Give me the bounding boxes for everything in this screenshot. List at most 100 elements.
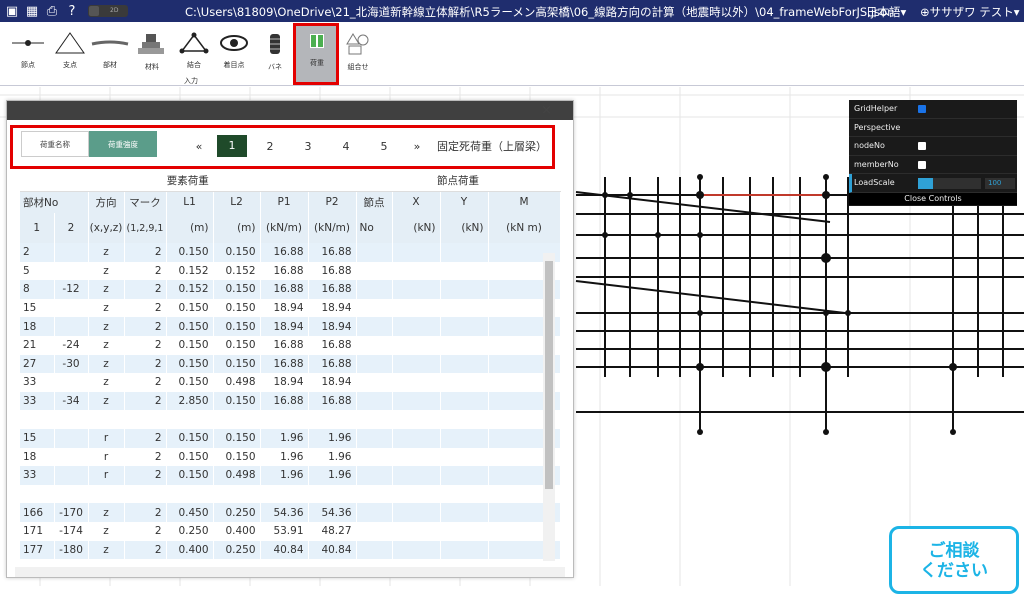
table-cell[interactable]: 0.150	[213, 317, 261, 336]
table-cell[interactable]: 53.91	[260, 521, 309, 541]
table-cell[interactable]: 1.96	[260, 428, 309, 448]
table-cell[interactable]	[440, 373, 489, 392]
table-row[interactable]: 177 -180 z 2 0.400 0.250 40.84 40.84	[20, 540, 561, 560]
table-cell[interactable]	[260, 484, 309, 504]
table-cell[interactable]: 0.150	[213, 354, 261, 374]
table-cell[interactable]	[355, 354, 393, 374]
table-cell[interactable]: 54.36	[260, 503, 309, 522]
table-cell[interactable]	[392, 503, 441, 522]
loadscale-value[interactable]: 100	[985, 178, 1015, 189]
table-cell[interactable]	[308, 410, 357, 429]
table-cell[interactable]: r	[88, 466, 125, 485]
table-cell[interactable]: 18	[20, 317, 55, 336]
close-controls-button[interactable]: Close Controls	[849, 192, 1017, 205]
table-cell[interactable]: 16.88	[308, 280, 357, 299]
table-cell[interactable]: 40.84	[308, 540, 357, 560]
table-cell[interactable]	[20, 410, 55, 429]
table-row[interactable]: 21 -24 z 2 0.150 0.150 16.88 16.88	[20, 335, 561, 355]
table-cell[interactable]: 2	[124, 373, 167, 392]
table-cell[interactable]: 0.250	[213, 503, 261, 522]
table-cell[interactable]	[54, 261, 89, 281]
table-cell[interactable]	[54, 428, 89, 448]
table-row[interactable]: 33 z 2 0.150 0.498 18.94 18.94	[20, 373, 561, 392]
table-cell[interactable]	[355, 410, 393, 429]
table-cell[interactable]	[355, 466, 393, 485]
table-cell[interactable]	[308, 484, 357, 504]
ribbon-combination-button[interactable]: 組合せ	[336, 28, 380, 88]
table-cell[interactable]: 0.250	[166, 521, 214, 541]
table-cell[interactable]	[440, 280, 489, 299]
table-cell[interactable]	[355, 298, 393, 318]
table-cell[interactable]	[54, 447, 89, 467]
table-cell[interactable]	[166, 484, 214, 504]
table-cell[interactable]	[392, 447, 441, 467]
ribbon-support-button[interactable]: 支点	[48, 28, 92, 88]
table-cell[interactable]	[440, 354, 489, 374]
table-cell[interactable]	[392, 428, 441, 448]
table-cell[interactable]: 15	[20, 428, 55, 448]
loadscale-slider[interactable]	[918, 178, 981, 189]
table-cell[interactable]	[355, 391, 393, 411]
table-cell[interactable]: z	[88, 391, 125, 411]
table-cell[interactable]	[392, 484, 441, 504]
table-cell[interactable]: 2	[124, 428, 167, 448]
file-menu-icon[interactable]: ▣	[4, 4, 20, 19]
table-cell[interactable]: 0.400	[213, 521, 261, 541]
control-loadscale[interactable]: LoadScale 100	[849, 174, 1017, 193]
table-cell[interactable]	[392, 410, 441, 429]
table-cell[interactable]	[355, 280, 393, 299]
table-cell[interactable]	[88, 410, 125, 429]
table-cell[interactable]	[392, 243, 441, 262]
table-cell[interactable]	[54, 373, 89, 392]
view-mode-toggle[interactable]: 2D	[88, 5, 128, 17]
table-cell[interactable]: 16.88	[260, 243, 309, 262]
table-row[interactable]: 8 -12 z 2 0.152 0.150 16.88 16.88	[20, 280, 561, 299]
table-cell[interactable]	[54, 243, 89, 262]
table-cell[interactable]	[392, 335, 441, 355]
table-cell[interactable]: z	[88, 540, 125, 560]
table-cell[interactable]	[440, 298, 489, 318]
table-row[interactable]	[20, 484, 561, 504]
table-cell[interactable]	[440, 521, 489, 541]
table-cell[interactable]: 0.152	[213, 261, 261, 281]
table-cell[interactable]	[440, 466, 489, 485]
table-cell[interactable]: 2.850	[166, 391, 214, 411]
table-cell[interactable]: 2	[124, 298, 167, 318]
gridhelper-checkbox[interactable]	[918, 105, 926, 113]
table-cell[interactable]: 0.498	[213, 373, 261, 392]
table-cell[interactable]: 40.84	[260, 540, 309, 560]
table-cell[interactable]: 0.152	[166, 280, 214, 299]
table-cell[interactable]: -174	[54, 521, 89, 541]
table-cell[interactable]: 0.150	[166, 466, 214, 485]
table-cell[interactable]: -12	[54, 280, 89, 299]
help-icon[interactable]: ?	[64, 4, 80, 19]
table-cell[interactable]: 2	[124, 243, 167, 262]
table-cell[interactable]: z	[88, 280, 125, 299]
control-perspective[interactable]: Perspective	[849, 119, 1017, 137]
table-cell[interactable]	[54, 410, 89, 429]
table-cell[interactable]: 18.94	[260, 317, 309, 336]
table-cell[interactable]: 18.94	[260, 298, 309, 318]
table-cell[interactable]: 16.88	[260, 280, 309, 299]
table-cell[interactable]: 0.150	[213, 298, 261, 318]
table-cell[interactable]: 2	[124, 521, 167, 541]
table-cell[interactable]	[440, 484, 489, 504]
panel-header[interactable]	[7, 101, 573, 120]
table-cell[interactable]: -30	[54, 354, 89, 374]
table-cell[interactable]: 33	[20, 466, 55, 485]
table-cell[interactable]	[440, 243, 489, 262]
table-cell[interactable]: 0.150	[166, 243, 214, 262]
consult-button[interactable]: ご相談 ください	[889, 526, 1019, 594]
table-cell[interactable]: 16.88	[308, 261, 357, 281]
table-cell[interactable]: 16.88	[308, 391, 357, 411]
ribbon-node-button[interactable]: 節点	[6, 28, 50, 88]
user-menu[interactable]: ⊕ササザワ テスト▾	[920, 4, 1020, 20]
table-cell[interactable]: 2	[124, 354, 167, 374]
table-cell[interactable]: 8	[20, 280, 55, 299]
table-cell[interactable]: 2	[124, 317, 167, 336]
table-cell[interactable]: 166	[20, 503, 55, 522]
vertical-scrollbar[interactable]	[543, 253, 555, 561]
table-cell[interactable]: 2	[124, 261, 167, 281]
table-cell[interactable]: 16.88	[260, 391, 309, 411]
table-cell[interactable]: 0.150	[166, 428, 214, 448]
